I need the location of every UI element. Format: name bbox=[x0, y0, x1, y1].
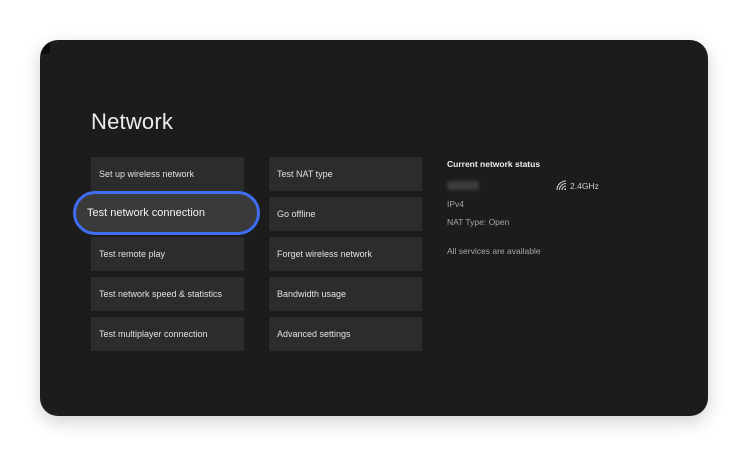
band-label: 2.4GHz bbox=[570, 180, 599, 191]
menu-item-label: Test multiplayer connection bbox=[99, 329, 208, 339]
test-remote-play-button[interactable]: Test remote play bbox=[91, 237, 244, 271]
go-offline-button[interactable]: Go offline bbox=[269, 197, 422, 231]
forget-wireless-network-button[interactable]: Forget wireless network bbox=[269, 237, 422, 271]
corner-decoration bbox=[40, 40, 50, 54]
test-network-connection-button[interactable]: Test network connection bbox=[73, 191, 260, 235]
menu-item-label: Test network speed & statistics bbox=[99, 289, 223, 299]
wifi-signal-icon bbox=[556, 180, 567, 191]
menu-item-label: Advanced settings bbox=[277, 329, 351, 339]
set-up-wireless-network-button[interactable]: Set up wireless network bbox=[91, 157, 244, 191]
menu-item-label: Test NAT type bbox=[277, 169, 333, 179]
test-network-speed-button[interactable]: Test network speed & statistics bbox=[91, 277, 244, 311]
network-name-row: 2.4GHz bbox=[447, 180, 647, 192]
page-title: Network bbox=[91, 109, 174, 134]
menu-item-label: Set up wireless network bbox=[99, 169, 195, 179]
advanced-settings-button[interactable]: Advanced settings bbox=[269, 317, 422, 351]
menu-item-label: Forget wireless network bbox=[277, 249, 373, 259]
menu-item-label: Test remote play bbox=[99, 249, 166, 259]
menu-item-label: Go offline bbox=[277, 209, 316, 219]
bandwidth-usage-button[interactable]: Bandwidth usage bbox=[269, 277, 422, 311]
test-multiplayer-connection-button[interactable]: Test multiplayer connection bbox=[91, 317, 244, 351]
menu-item-label: Bandwidth usage bbox=[277, 289, 347, 299]
protocol-label: IPv4 bbox=[447, 199, 465, 209]
menu-item-label: Test network connection bbox=[87, 207, 206, 219]
band-indicator: 2.4GHz bbox=[556, 180, 599, 191]
status-heading: Current network status bbox=[447, 159, 541, 169]
network-name-redacted bbox=[447, 181, 479, 190]
network-settings-screen: Network Set up wireless network Test net… bbox=[40, 40, 708, 416]
nat-type-label: NAT Type: Open bbox=[447, 217, 510, 227]
test-nat-type-button[interactable]: Test NAT type bbox=[269, 157, 422, 191]
services-status-label: All services are available bbox=[447, 246, 541, 256]
